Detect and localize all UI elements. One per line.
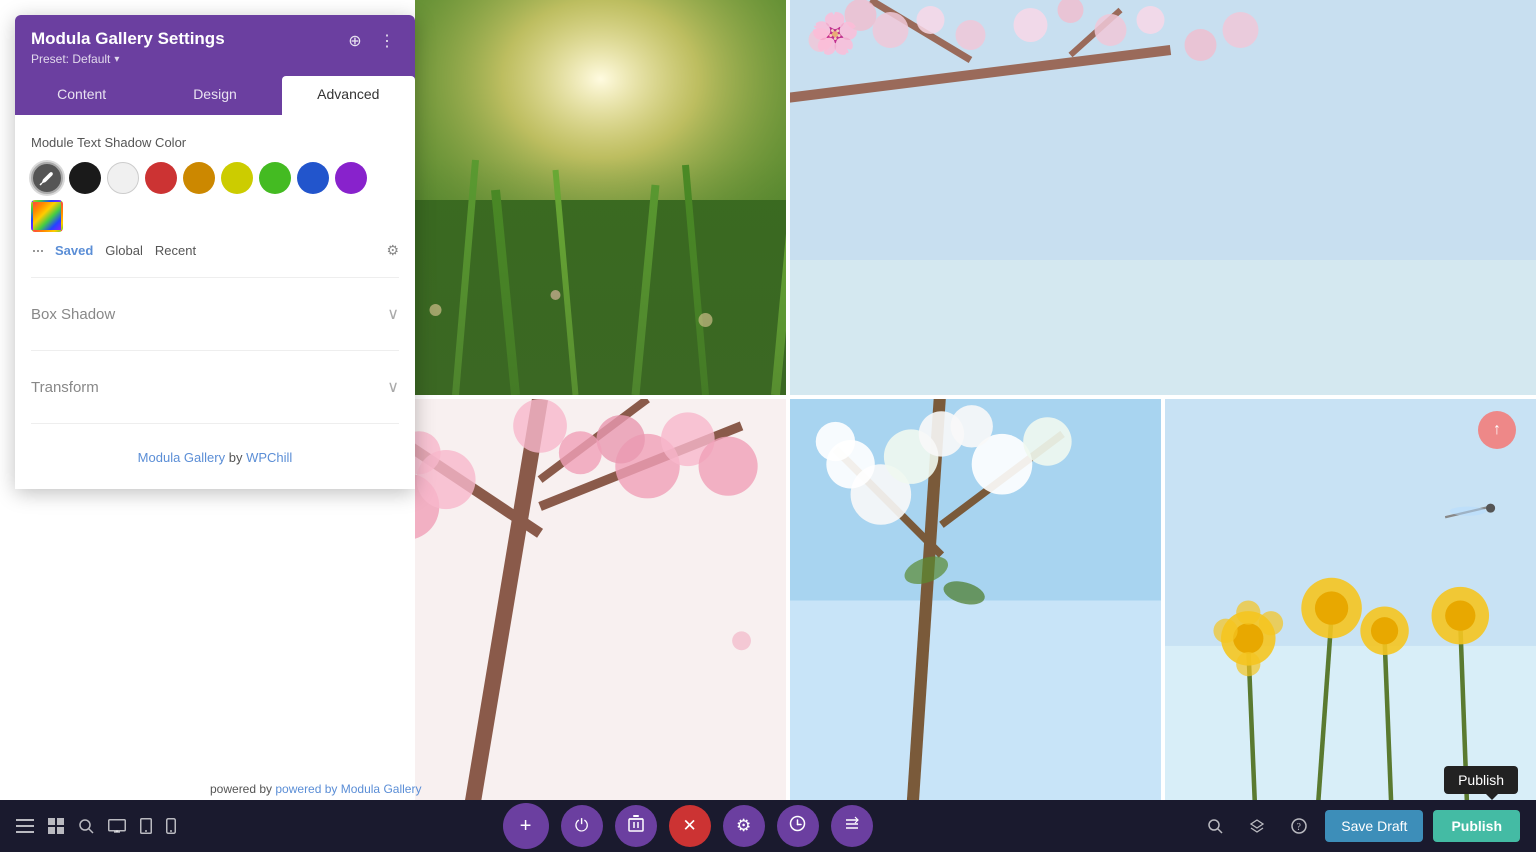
swatch-gradient[interactable]: [31, 200, 63, 232]
clock-icon: [789, 815, 806, 837]
tab-advanced[interactable]: Advanced: [282, 76, 415, 115]
history-button[interactable]: [777, 805, 819, 847]
color-subtab-recent[interactable]: Recent: [155, 243, 196, 258]
color-subtab-global[interactable]: Global: [105, 243, 143, 258]
sort-icon: [844, 816, 860, 837]
toolbar-center: + ⏻ ✕ ⚙: [192, 803, 1183, 849]
panel-title-group: Modula Gallery Settings Preset: Default …: [31, 29, 225, 66]
swatch-orange[interactable]: [183, 162, 215, 194]
color-tabs-row: ··· Saved Global Recent ⚙: [31, 240, 399, 261]
scroll-up-button[interactable]: ↑: [1478, 411, 1516, 449]
preset-dropdown-arrow: ▾: [114, 54, 119, 65]
swatch-eyedropper[interactable]: [31, 162, 63, 194]
tab-design[interactable]: Design: [148, 76, 281, 115]
swatch-purple[interactable]: [335, 162, 367, 194]
swatch-red[interactable]: [145, 162, 177, 194]
divider-1: [31, 277, 399, 278]
more-dots-button[interactable]: ···: [31, 240, 43, 261]
trash-button[interactable]: [615, 805, 657, 847]
box-shadow-label: Box Shadow: [31, 306, 115, 323]
power-icon: ⏻: [575, 816, 588, 836]
close-toolbar-icon: ✕: [683, 816, 697, 836]
help-icon[interactable]: ?: [1283, 810, 1315, 842]
bottom-toolbar: + ⏻ ✕ ⚙: [0, 800, 1536, 852]
divider-2: [31, 350, 399, 351]
swatch-black[interactable]: [69, 162, 101, 194]
color-settings-gear-icon[interactable]: ⚙: [386, 242, 399, 259]
swatch-green[interactable]: [259, 162, 291, 194]
gallery-image-white-flowers: [790, 399, 1161, 802]
panel-body: Module Text Shadow Color ··· Saved Globa…: [15, 115, 415, 489]
footer-credit-link[interactable]: powered by Modula Gallery: [275, 782, 421, 796]
gallery-image-pink-cherry: [415, 399, 786, 802]
svg-text:?: ?: [1297, 822, 1302, 833]
toolbar-left: [0, 818, 192, 834]
panel-preset[interactable]: Preset: Default ▾: [31, 52, 225, 66]
sort-button[interactable]: [831, 805, 873, 847]
wpchill-link[interactable]: WPChill: [246, 450, 292, 465]
publish-tooltip: Publish: [1444, 766, 1518, 794]
modula-gallery-link[interactable]: Modula Gallery: [138, 450, 225, 465]
toolbar-right: ? Save Draft Publish: [1183, 810, 1536, 842]
panel-header-icons: ⊕ ⋮: [343, 29, 399, 53]
box-shadow-arrow: ∨: [387, 304, 399, 324]
settings-icon: ⚙: [736, 816, 751, 836]
transform-arrow: ∨: [387, 377, 399, 397]
color-subtab-saved[interactable]: Saved: [55, 243, 93, 258]
mobile-view-icon[interactable]: [166, 818, 176, 834]
trash-icon: [628, 815, 644, 837]
box-shadow-section[interactable]: Box Shadow ∨: [31, 294, 399, 334]
more-options-icon[interactable]: ⋮: [375, 29, 399, 53]
desktop-view-icon[interactable]: [108, 819, 126, 833]
target-icon[interactable]: ⊕: [343, 29, 367, 53]
layers-icon[interactable]: [1241, 810, 1273, 842]
grid-layout-icon[interactable]: [48, 818, 64, 834]
transform-label: Transform: [31, 379, 99, 396]
close-toolbar-button[interactable]: ✕: [669, 805, 711, 847]
swatch-white[interactable]: [107, 162, 139, 194]
power-button[interactable]: ⏻: [561, 805, 603, 847]
scroll-up-icon: ↑: [1493, 421, 1501, 439]
add-element-button[interactable]: +: [503, 803, 549, 849]
color-swatches-row: [31, 162, 399, 232]
gallery-image-grass: [415, 0, 786, 395]
color-section-label: Module Text Shadow Color: [31, 135, 399, 150]
gallery-image-sky-flowers: [1165, 399, 1536, 802]
add-icon: +: [520, 815, 532, 838]
footer-credit: powered by powered by Modula Gallery: [210, 782, 421, 796]
publish-button[interactable]: Publish: [1433, 810, 1520, 842]
divider-3: [31, 423, 399, 424]
tab-content[interactable]: Content: [15, 76, 148, 115]
swatch-blue[interactable]: [297, 162, 329, 194]
transform-section[interactable]: Transform ∨: [31, 367, 399, 407]
panel-header: Modula Gallery Settings Preset: Default …: [15, 15, 415, 76]
panel-tabs: Content Design Advanced: [15, 76, 415, 115]
panel-title: Modula Gallery Settings: [31, 29, 225, 49]
save-draft-button[interactable]: Save Draft: [1325, 810, 1423, 842]
panel-footer: Modula Gallery by WPChill: [31, 440, 399, 469]
settings-button[interactable]: ⚙: [723, 805, 765, 847]
swatch-yellow[interactable]: [221, 162, 253, 194]
search-icon[interactable]: [78, 818, 94, 834]
tablet-view-icon[interactable]: [140, 818, 152, 834]
gallery-image-cherry-blue: [790, 0, 1536, 395]
settings-panel: Modula Gallery Settings Preset: Default …: [15, 15, 415, 489]
hamburger-menu-icon[interactable]: [16, 819, 34, 833]
gallery-grid: [415, 0, 1536, 802]
toolbar-search-icon[interactable]: [1199, 810, 1231, 842]
